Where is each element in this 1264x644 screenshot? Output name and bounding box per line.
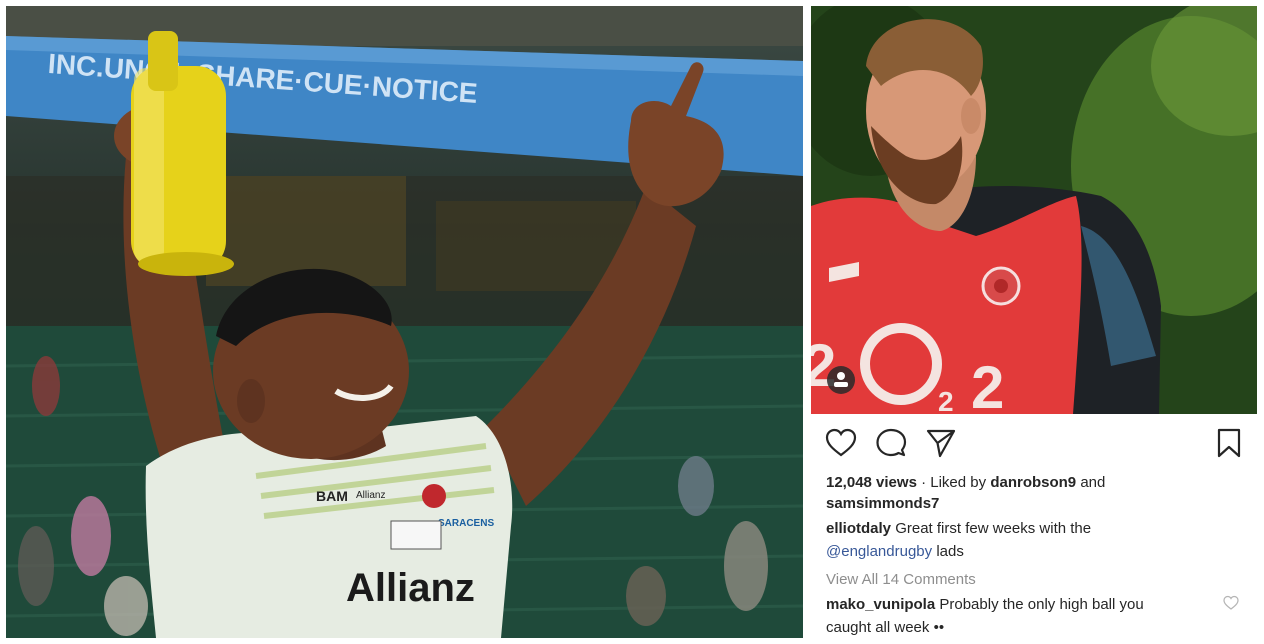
jersey-club-text: SARACENS xyxy=(438,518,494,529)
jersey-badge-text: BAM xyxy=(316,488,348,504)
comment-like-heart-icon[interactable] xyxy=(1223,595,1239,611)
jersey-brand-text: Allianz xyxy=(356,490,385,501)
caption-line-2: @englandrugby lads xyxy=(826,543,964,560)
comment-icon[interactable] xyxy=(875,428,907,458)
liker-username-2[interactable]: samsimmonds7 xyxy=(826,495,939,512)
liked-by-prefix: · Liked by xyxy=(921,474,987,491)
liker-username-1[interactable]: danrobson9 xyxy=(990,474,1076,491)
jersey-sponsor: Allianz xyxy=(346,566,475,610)
left-photo: INC.UNCIL SHARE·CUE·NOTICE Allianz BAM A… xyxy=(6,6,803,638)
right-photo: 2 2 2 xyxy=(811,6,1257,414)
caption-line: elliotdaly Great first few weeks with th… xyxy=(826,520,1091,537)
liked-by-and: and xyxy=(1080,474,1106,491)
caption-mention[interactable]: @englandrugby xyxy=(826,543,932,560)
comment-username[interactable]: mako_vunipola xyxy=(826,596,935,613)
action-bar xyxy=(821,428,1247,458)
views-count[interactable]: 12,048 views xyxy=(826,474,917,491)
bookmark-icon[interactable] xyxy=(1213,428,1245,458)
caption-text-1: Great first few weeks with the xyxy=(895,520,1092,537)
instagram-post-panel: 12,048 views · Liked by danrobson9 and s… xyxy=(811,414,1257,638)
left-photo-illustration: INC.UNCIL SHARE·CUE·NOTICE Allianz BAM A… xyxy=(6,6,803,638)
bib-o2-subscript: 2 xyxy=(938,386,954,414)
comment-line: mako_vunipola Probably the only high bal… xyxy=(826,596,1144,613)
comment-emoji: •• xyxy=(933,619,945,636)
caption-text-2: lads xyxy=(936,543,964,560)
heart-icon[interactable] xyxy=(825,428,857,458)
likes-line: 12,048 views · Liked by danrobson9 and xyxy=(826,474,1105,491)
bib-number: 2 xyxy=(971,354,1004,414)
likes-line-2: samsimmonds7 xyxy=(826,495,939,512)
share-icon[interactable] xyxy=(925,428,957,458)
caption-username[interactable]: elliotdaly xyxy=(826,520,891,537)
comment-text-2: caught all week xyxy=(826,619,930,636)
user-tag-icon[interactable] xyxy=(827,366,855,394)
view-all-comments-link[interactable]: View All 14 Comments xyxy=(826,571,976,588)
comment-line-2: caught all week •• xyxy=(826,619,944,636)
right-photo-illustration: 2 2 2 xyxy=(811,6,1257,414)
comment-text-1: Probably the only high ball you xyxy=(939,596,1144,613)
